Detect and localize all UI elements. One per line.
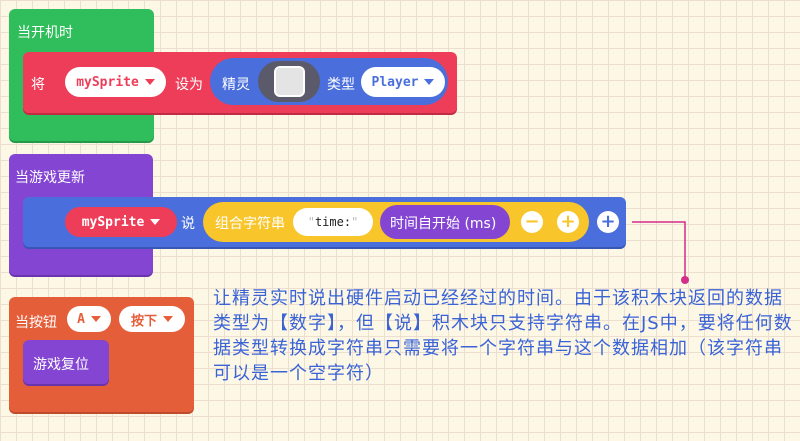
minus-circle-icon[interactable]: −	[521, 211, 543, 233]
quote-icon: "	[351, 215, 359, 229]
quote-icon: "	[307, 215, 315, 229]
on-button-label: 当按钮	[15, 315, 57, 331]
sprite-image-picker[interactable]	[258, 61, 320, 102]
reset-game-block[interactable]: 游戏复位	[23, 340, 109, 384]
caret-down-icon	[163, 316, 173, 322]
time-since-start-block[interactable]: 时间自开始 (ms)	[380, 205, 510, 239]
caret-down-icon	[150, 219, 161, 225]
sprite-create-block[interactable]: 精灵 类型 Player	[210, 58, 448, 105]
sprite-image-icon	[274, 66, 305, 97]
sprite-variable-dropdown[interactable]: mySprite	[65, 207, 177, 237]
string-value: time:	[314, 215, 352, 229]
event-dropdown[interactable]: 按下	[119, 306, 185, 332]
say-label: 说	[181, 216, 195, 232]
join-strings-block[interactable]: 组合字符串 " time: " 时间自开始 (ms) − +	[203, 202, 589, 242]
time-label: 时间自开始 (ms)	[390, 216, 497, 232]
variable-dropdown[interactable]: mySprite	[65, 67, 166, 97]
button-dropdown[interactable]: A	[67, 306, 111, 332]
annotation-connector	[632, 221, 689, 284]
on-update-label: 当游戏更新	[15, 170, 85, 186]
variable-name: mySprite	[76, 74, 139, 90]
on-start-label: 当开机时	[17, 25, 73, 41]
join-label: 组合字符串	[215, 216, 285, 232]
variable-name: mySprite	[81, 214, 145, 230]
type-label: 类型	[327, 77, 355, 93]
reset-game-label: 游戏复位	[33, 357, 89, 373]
set-as-label: 设为	[175, 77, 203, 93]
set-label: 将	[31, 77, 45, 93]
kind-dropdown[interactable]: Player	[361, 67, 445, 97]
kind-value: Player	[371, 74, 419, 90]
caret-down-icon	[424, 79, 435, 85]
caret-down-icon	[90, 316, 101, 322]
annotation-text: 让精灵实时说出硬件启动已经经过的时间。由于该积木块返回的数据类型为【数字】，但【…	[213, 288, 793, 384]
sprite-label: 精灵	[222, 77, 250, 93]
say-block[interactable]: mySprite 说 组合字符串 " time: " 时间自开始 (ms) − + …	[23, 197, 626, 247]
plus-circle-icon[interactable]: +	[557, 211, 579, 233]
event-value: 按下	[130, 313, 157, 329]
plus-circle-icon[interactable]: +	[597, 211, 619, 233]
set-sprite-block[interactable]: 将 mySprite 设为 精灵 类型 Player	[23, 52, 457, 113]
string-input[interactable]: " time: "	[293, 208, 373, 236]
button-value: A	[77, 311, 85, 327]
caret-down-icon	[144, 79, 155, 85]
